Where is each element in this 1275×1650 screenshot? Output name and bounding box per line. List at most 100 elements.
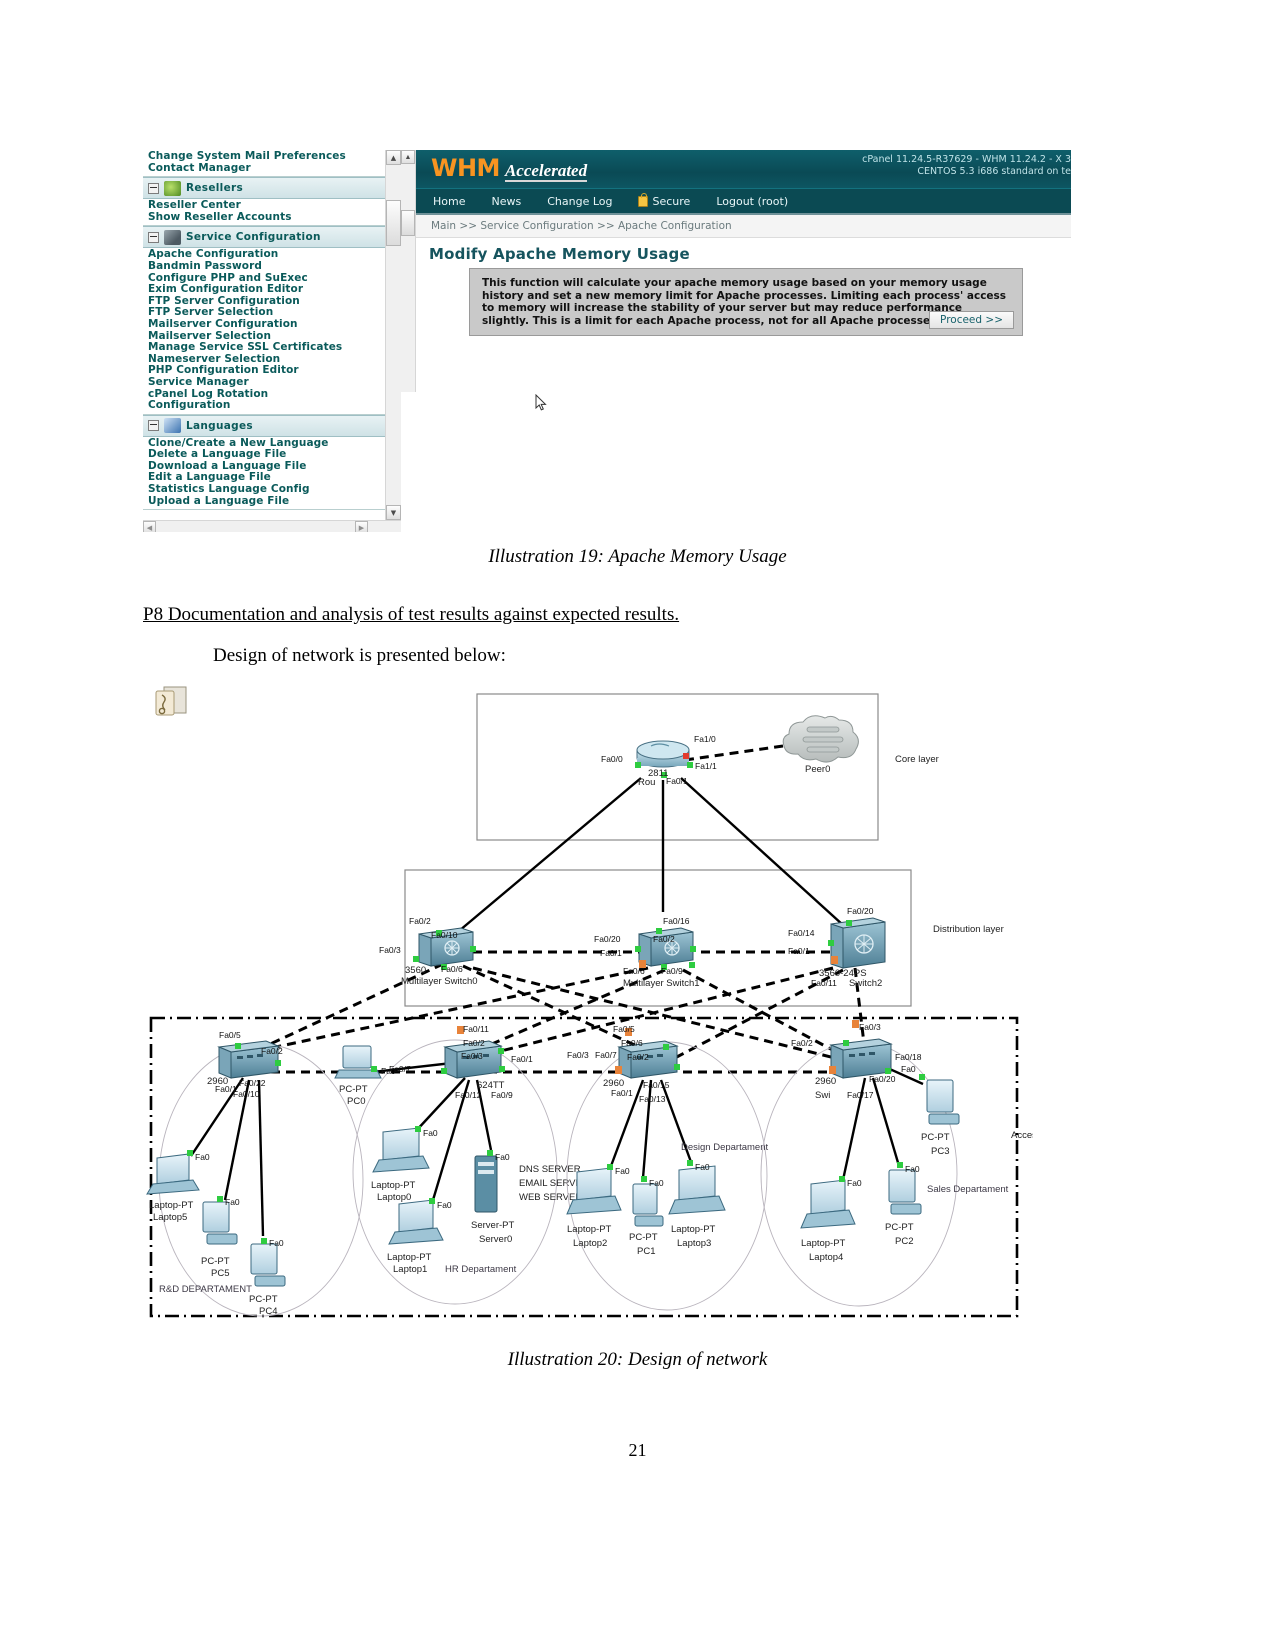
device-type: Laptop-PT (671, 1224, 716, 1235)
resellers-icon (164, 180, 181, 196)
port-indicator-up (690, 946, 696, 952)
port-label: Fa0/3 (567, 1050, 589, 1060)
scroll-left-icon[interactable]: ◀ (143, 521, 156, 532)
sidebar-link-contact-manager[interactable]: Contact Manager (148, 162, 401, 175)
access-switch-sales[interactable] (829, 1038, 893, 1079)
device-pc1[interactable] (632, 1183, 664, 1227)
page-title: Modify Apache Memory Usage (429, 245, 690, 263)
port-label: Fa0 (847, 1178, 862, 1188)
device-pc0[interactable] (334, 1045, 382, 1079)
port-label: Fa0 (495, 1152, 510, 1162)
sidebar-link-mailserver-configuration[interactable]: Mailserver Configuration (148, 318, 401, 331)
department-label-hr: HR Departament (445, 1264, 517, 1275)
sidebar-section-title: Service Configuration (186, 231, 321, 244)
sidebar-section-header-resellers[interactable]: Resellers (143, 177, 401, 200)
port-indicator-up (217, 1196, 223, 1202)
device-pc3[interactable] (926, 1079, 960, 1125)
port-label: Fa0 (225, 1197, 240, 1207)
switch-name: Multilayer Switch1 (623, 978, 700, 989)
scroll-down-icon[interactable]: ▼ (386, 505, 401, 520)
nav-item-news[interactable]: News (491, 195, 521, 208)
port-indicator-up (415, 1126, 421, 1132)
device-laptop1[interactable] (388, 1199, 444, 1245)
sidebar-link-upload-a-language-file[interactable]: Upload a Language File (148, 495, 401, 508)
sidebar-horizontal-scrollbar[interactable]: ◀ ▶ (143, 520, 401, 532)
whm-logo-group: WHM Accelerated (401, 156, 588, 182)
collapse-icon[interactable] (148, 182, 159, 194)
paragraph-design-intro: Design of network is presented below: (213, 645, 506, 666)
sidebar-link-bandmin-password[interactable]: Bandmin Password (148, 260, 401, 273)
device-pc4[interactable] (250, 1243, 286, 1287)
port-indicator-warn (831, 956, 838, 964)
sidebar-section-header-languages[interactable]: Languages (143, 414, 401, 437)
nav-item-change-log[interactable]: Change Log (547, 195, 612, 208)
sidebar-link-service-manager[interactable]: Service Manager (148, 376, 401, 389)
peer-cloud[interactable] (782, 715, 859, 763)
device-name: Laptop3 (677, 1238, 711, 1249)
device-laptop5[interactable] (146, 1153, 200, 1195)
device-server0[interactable] (474, 1155, 498, 1213)
port-label: Fa1/1 (695, 761, 717, 771)
scroll-up-icon[interactable]: ▲ (386, 150, 401, 165)
port-label: Fa0/2 (463, 1038, 485, 1048)
breadcrumb[interactable]: Main >> Service Configuration >> Apache … (401, 215, 1071, 238)
port-indicator-up (897, 1162, 903, 1168)
port-label: Fa0/6 (623, 966, 645, 976)
scroll-right-icon[interactable]: ▶ (355, 521, 368, 532)
page-number: 21 (628, 1440, 647, 1460)
nav-item-secure[interactable]: Secure (638, 192, 691, 208)
nav-item-home[interactable]: Home (433, 195, 465, 208)
proceed-button[interactable]: Proceed >> (929, 311, 1014, 330)
port-label: Fa0/20 (869, 1074, 896, 1084)
sidebar-link-manage-service-ssl-certificates[interactable]: Manage Service SSL Certificates (148, 342, 401, 354)
device-laptop0[interactable] (372, 1127, 430, 1173)
port-indicator-warn (829, 1066, 836, 1074)
port-label: Fa0/20 (594, 934, 621, 944)
port-label: Fa0 (437, 1200, 452, 1210)
port-label: Fa0/18 (895, 1052, 922, 1062)
device-name: Laptop5 (153, 1212, 187, 1223)
sidebar-section-header-service-configuration[interactable]: Service Configuration (143, 226, 401, 249)
device-type: PC-PT (201, 1256, 230, 1267)
device-type: PC-PT (249, 1294, 278, 1305)
port-label: Fa0/22 (239, 1078, 266, 1088)
collapse-icon[interactable] (148, 420, 159, 432)
whm-screenshot-figure: Change System Mail Preferences Contact M… (143, 150, 1071, 535)
device-name: Server0 (479, 1234, 512, 1245)
port-indicator-up (919, 1074, 925, 1080)
device-pc5[interactable] (202, 1201, 238, 1245)
sidebar-link-show-reseller-accounts[interactable]: Show Reseller Accounts (148, 211, 401, 224)
port-indicator-up (663, 1044, 669, 1050)
layer-label-core: Core layer (895, 754, 939, 765)
device-type: Laptop-PT (371, 1180, 416, 1191)
scrollbar-thumb[interactable] (386, 200, 401, 246)
nav-item-logout[interactable]: Logout (root) (716, 195, 788, 208)
sidebar-link-statistics-language-config[interactable]: Statistics Language Config (148, 483, 401, 496)
port-label: Fa0/3 (859, 1022, 881, 1032)
whm-navigation-bar[interactable]: Home News Change Log Secure Logout (root… (401, 188, 1071, 215)
switch-name: Switch2 (849, 978, 882, 989)
nav-item-secure-label: Secure (652, 194, 691, 208)
port-indicator-up (607, 1164, 613, 1170)
switch-model: 2960 (815, 1076, 836, 1087)
sidebar-vertical-scrollbar[interactable]: ▲ ▼ (385, 150, 401, 520)
main-panel-vertical-scrollbar[interactable]: ▲ (401, 150, 416, 392)
whm-sidebar[interactable]: Change System Mail Preferences Contact M… (143, 150, 401, 532)
port-label: Fa0/7 (595, 1050, 617, 1060)
port-indicator-up (843, 1040, 849, 1046)
port-label: Fa0/15 (643, 1080, 670, 1090)
device-type: PC-PT (629, 1232, 658, 1243)
switch-2[interactable] (830, 917, 886, 969)
sidebar-link-exim-configuration-editor[interactable]: Exim Configuration Editor (148, 284, 401, 296)
device-laptop3[interactable] (668, 1165, 726, 1215)
router-name: Rou (638, 777, 655, 788)
scrollbar-thumb[interactable] (401, 210, 415, 236)
sidebar-link-change-system-mail-preferences[interactable]: Change System Mail Preferences (148, 150, 401, 163)
sidebar-link-configuration[interactable]: Configuration (148, 399, 401, 412)
core-router[interactable] (636, 740, 690, 768)
device-pc2[interactable] (888, 1169, 922, 1215)
sidebar-section-title: Languages (186, 419, 253, 432)
port-indicator-up (839, 1176, 845, 1182)
scroll-up-icon[interactable]: ▲ (401, 150, 415, 164)
collapse-icon[interactable] (148, 231, 159, 243)
